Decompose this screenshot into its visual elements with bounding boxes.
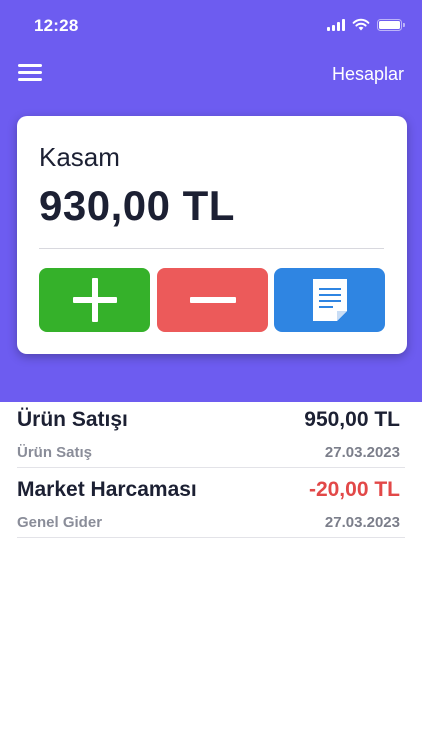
account-balance: 930,00 TL: [39, 182, 235, 229]
transaction-date: 27.03.2023: [324, 444, 400, 461]
document-icon: [312, 279, 347, 321]
transaction-date: 27.03.2023: [324, 514, 400, 531]
minus-icon: [189, 297, 236, 303]
plus-icon: [72, 278, 117, 322]
transaction-category: Genel Gider: [17, 514, 103, 531]
add-income-button[interactable]: [39, 268, 150, 332]
transaction-title: Market Harcaması: [17, 478, 197, 501]
transaction-category: Ürün Satış: [17, 444, 93, 461]
transaction-amount: 950,00 TL: [304, 408, 400, 431]
report-button[interactable]: [274, 268, 385, 332]
wifi-icon: [352, 18, 370, 31]
transaction-row[interactable]: Ürün Satışı 950,00 TL Ürün Satış 27.03.2…: [17, 402, 405, 468]
battery-icon: [377, 18, 405, 31]
transaction-row[interactable]: Market Harcaması -20,00 TL Genel Gider 2…: [17, 472, 405, 538]
add-expense-button[interactable]: [157, 268, 268, 332]
status-time: 12:28: [34, 16, 79, 35]
account-name: Kasam: [39, 142, 120, 172]
transaction-title: Ürün Satışı: [17, 408, 128, 431]
hamburger-menu-icon[interactable]: [18, 64, 42, 82]
cellular-signal-icon: [327, 18, 345, 31]
app-screen: 12:28 Hesaplar Kasam 930,00 TL Ürün Satı…: [0, 0, 422, 750]
accounts-link[interactable]: Hesaplar: [332, 64, 404, 85]
status-icons: [327, 18, 405, 31]
card-divider: [39, 248, 384, 249]
account-card: Kasam 930,00 TL: [17, 116, 407, 354]
transaction-amount: -20,00 TL: [308, 478, 400, 501]
